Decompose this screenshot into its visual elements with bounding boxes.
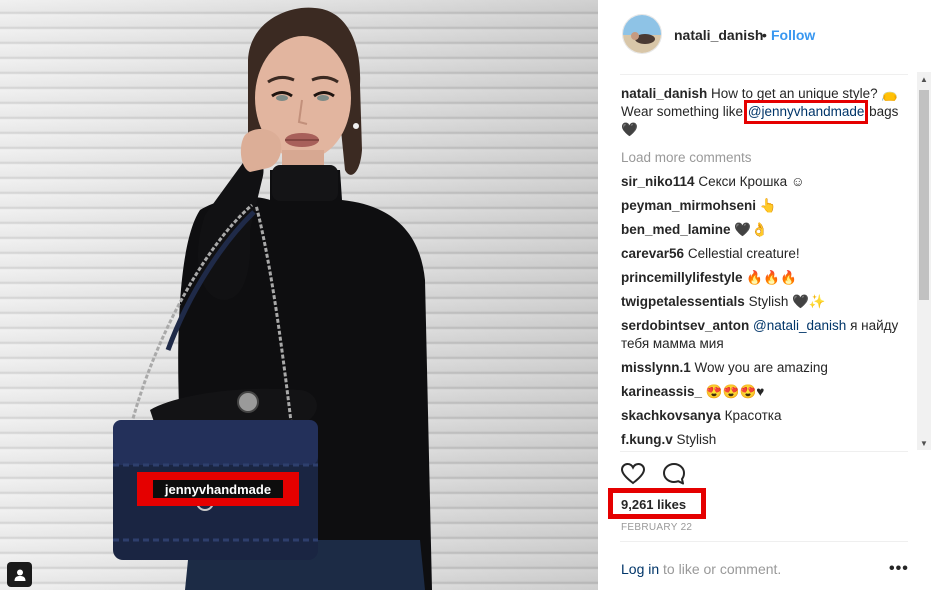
scrollbar-thumb[interactable]	[919, 90, 929, 300]
divider	[620, 74, 908, 75]
login-link[interactable]: Log in	[621, 561, 659, 577]
comment-item: twigpetalessentials Stylish 🖤✨	[621, 293, 906, 311]
person-icon[interactable]	[7, 562, 32, 587]
comments-list: natali_danish How to get an unique style…	[621, 85, 906, 451]
header-username[interactable]: natali_danish	[674, 27, 763, 43]
comment-icon[interactable]	[661, 461, 687, 487]
post-side-panel: natali_danish • Follow natali_danish How…	[598, 0, 932, 590]
likes-count[interactable]: 9,261 likes	[621, 497, 686, 512]
post-photo[interactable]: jennyvhandmade	[0, 0, 598, 590]
divider	[620, 451, 908, 452]
comment-item: misslynn.1 Wow you are amazing	[621, 359, 906, 377]
load-more-comments-button[interactable]: Load more comments	[621, 149, 906, 167]
product-tag[interactable]: jennyvhandmade	[137, 472, 299, 506]
comment-item: karineassis_ 😍😍😍♥	[621, 383, 906, 401]
comment-text: 😍😍😍♥	[705, 384, 765, 399]
product-tag-label: jennyvhandmade	[153, 480, 283, 498]
comment-item: ben_med_lamine 🖤👌	[621, 221, 906, 239]
post-header: natali_danish • Follow	[598, 0, 932, 72]
comment-item: sir_niko114 Секси Крошка ☺	[621, 173, 906, 191]
comment-text: 🔥🔥🔥	[746, 270, 797, 285]
comment-username[interactable]: peyman_mirmohseni	[621, 198, 756, 213]
comment-text: Секси Крошка ☺	[698, 174, 805, 189]
post-caption: natali_danish How to get an unique style…	[621, 85, 906, 139]
comment-username[interactable]: princemillylifestyle	[621, 270, 743, 285]
comment-username[interactable]: karineassis_	[621, 384, 702, 399]
comment-username[interactable]: skachkovsanya	[621, 408, 721, 423]
post-date: FEBRUARY 22	[621, 522, 693, 533]
comments-scrollbar[interactable]: ▲ ▼	[917, 72, 931, 450]
comment-username[interactable]: misslynn.1	[621, 360, 691, 375]
login-prompt-text: to like or comment.	[663, 561, 782, 577]
comment-username[interactable]: serdobintsev_anton	[621, 318, 749, 333]
comment-text: Красотка	[724, 408, 782, 423]
comment-item: skachkovsanya Красотка	[621, 407, 906, 425]
follow-button[interactable]: Follow	[771, 27, 815, 43]
comment-text: 🖤👌	[734, 222, 768, 237]
login-prompt: Log in to like or comment.	[621, 561, 781, 577]
comment-text: Stylish	[676, 432, 717, 447]
avatar[interactable]	[622, 14, 662, 54]
comment-username[interactable]: ben_med_lamine	[621, 222, 731, 237]
comment-text: Wow you are amazing	[694, 360, 828, 375]
comment-item: serdobintsev_anton @natali_danish я найд…	[621, 317, 906, 353]
caption-mention-link[interactable]: @jennyvhandmade	[743, 100, 869, 124]
scroll-down-arrow-icon[interactable]: ▼	[917, 436, 931, 450]
comment-item: peyman_mirmohseni 👆	[621, 197, 906, 215]
comment-text: 👆	[759, 198, 777, 213]
comment-username[interactable]: twigpetalessentials	[621, 294, 745, 309]
comment-item: f.kung.v Stylish	[621, 431, 906, 449]
comment-text: Stylish 🖤✨	[748, 294, 826, 309]
comment-mention-link[interactable]: @natali_danish	[753, 318, 846, 333]
woman-with-handbag-illustration	[113, 7, 432, 590]
comment-username[interactable]: carevar56	[621, 246, 684, 261]
comment-item: carevar56 Cellestial creature!	[621, 245, 906, 263]
comment-username[interactable]: f.kung.v	[621, 432, 673, 447]
divider	[620, 541, 908, 542]
comment-username[interactable]: sir_niko114	[621, 174, 695, 189]
heart-icon[interactable]	[620, 461, 646, 487]
likes-count-highlight: 9,261 likes	[608, 488, 706, 519]
more-options-icon[interactable]: •••	[889, 560, 909, 578]
comment-text: Cellestial creature!	[687, 246, 800, 261]
header-separator: •	[762, 27, 767, 43]
caption-username[interactable]: natali_danish	[621, 86, 707, 101]
comment-item: princemillylifestyle 🔥🔥🔥	[621, 269, 906, 287]
scroll-up-arrow-icon[interactable]: ▲	[917, 72, 931, 86]
